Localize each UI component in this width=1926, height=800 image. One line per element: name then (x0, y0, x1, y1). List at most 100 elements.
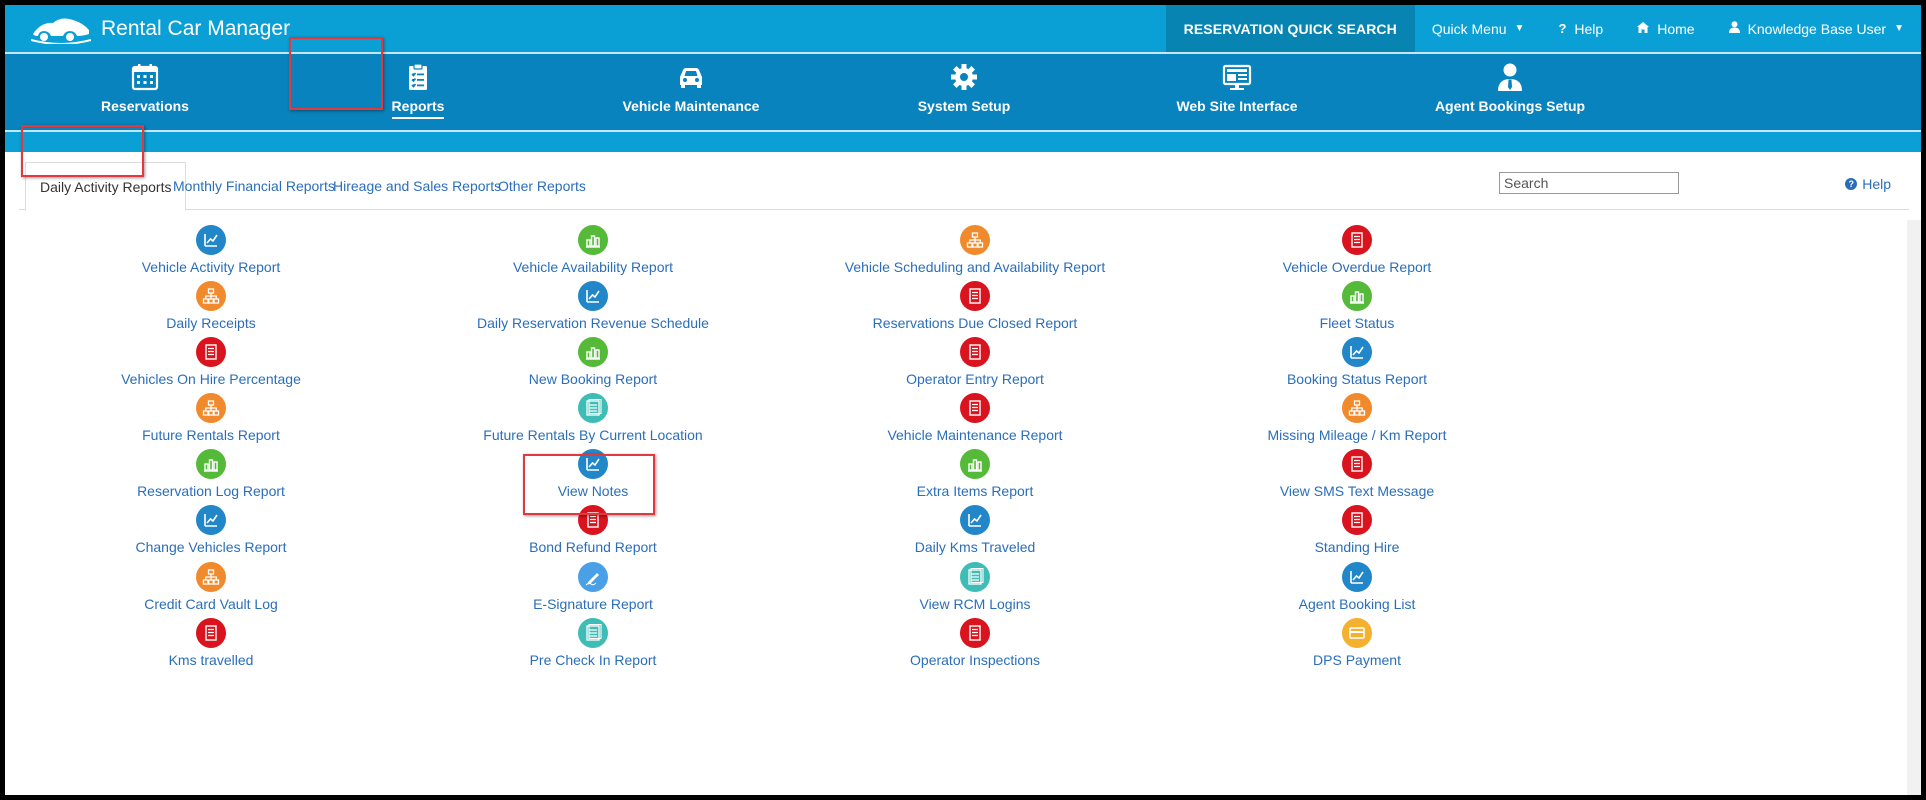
report-label: Pre Check In Report (529, 652, 657, 668)
report-label: Vehicle Maintenance Report (887, 427, 1063, 443)
clipboard-icon (409, 63, 427, 90)
module-label: Agent Bookings Setup (1434, 98, 1586, 114)
bar-chart-icon (578, 225, 608, 255)
brand[interactable]: Rental Car Manager (31, 14, 290, 44)
report-label: Future Rentals Report (142, 427, 280, 443)
report-link[interactable]: Operator Inspections (785, 618, 1165, 668)
user-menu-dropdown[interactable]: Knowledge Base User ▼ (1712, 5, 1921, 52)
report-label: View RCM Logins (919, 596, 1031, 612)
report-link[interactable]: Future Rentals By Current Location (403, 393, 783, 443)
report-label: Bond Refund Report (529, 539, 657, 555)
report-link[interactable]: Reservation Log Report (21, 449, 401, 499)
help-circle-icon: ? (1845, 178, 1858, 190)
app-window: Rental Car Manager RESERVATION QUICK SEA… (5, 5, 1921, 795)
car-logo-icon (31, 18, 91, 44)
report-link[interactable]: Fleet Status (1167, 281, 1547, 331)
report-label: DPS Payment (1313, 652, 1401, 668)
scrollbar[interactable] (1907, 220, 1921, 795)
report-link[interactable]: Operator Entry Report (785, 337, 1165, 387)
report-link[interactable]: Kms travelled (21, 618, 401, 668)
bar-chart-icon (196, 449, 226, 479)
report-label: Reservations Due Closed Report (872, 315, 1078, 331)
calendar-icon (131, 64, 159, 91)
report-link[interactable]: Future Rentals Report (21, 393, 401, 443)
report-link[interactable]: Standing Hire (1167, 505, 1547, 555)
report-link[interactable]: DPS Payment (1167, 618, 1547, 668)
report-label: E-Signature Report (533, 596, 653, 612)
module-reservations[interactable]: Reservations (45, 62, 245, 117)
document-icon (960, 618, 990, 648)
car-icon (680, 68, 702, 88)
report-link[interactable]: Reservations Due Closed Report (785, 281, 1165, 331)
help-link[interactable]: ? Help (1845, 176, 1891, 192)
report-link[interactable]: Vehicles On Hire Percentage (21, 337, 401, 387)
report-label: Daily Kms Traveled (914, 539, 1036, 555)
report-link[interactable]: E-Signature Report (403, 562, 783, 612)
chart-icon (196, 505, 226, 535)
gear-icon (951, 64, 977, 90)
report-label: Daily Reservation Revenue Schedule (477, 315, 709, 331)
report-link[interactable]: View SMS Text Message (1167, 449, 1547, 499)
report-link[interactable]: Daily Kms Traveled (785, 505, 1165, 555)
home-nav-link[interactable]: Home (1620, 5, 1711, 52)
report-label: Reservation Log Report (137, 483, 285, 499)
report-link[interactable]: Vehicle Maintenance Report (785, 393, 1165, 443)
quick-menu-label: Quick Menu (1431, 20, 1507, 37)
caret-down-icon: ▼ (1514, 23, 1525, 34)
document-icon (1342, 449, 1372, 479)
bar-chart-icon (960, 449, 990, 479)
highlight-bond-refund-report (523, 454, 655, 515)
report-label: Future Rentals By Current Location (483, 427, 703, 443)
report-label: Vehicle Activity Report (141, 259, 281, 275)
report-label: Fleet Status (1319, 315, 1395, 331)
help-link-label: Help (1862, 176, 1891, 192)
user-icon (1728, 21, 1740, 36)
report-link[interactable]: Vehicle Activity Report (21, 225, 401, 275)
module-vehicle-maintenance[interactable]: Vehicle Maintenance (591, 62, 791, 117)
document-icon (960, 393, 990, 423)
report-label: Missing Mileage / Km Report (1267, 427, 1447, 443)
report-label: New Booking Report (528, 371, 658, 387)
highlight-daily-activity-tab (21, 125, 144, 177)
report-link[interactable]: Daily Receipts (21, 281, 401, 331)
home-nav-label: Home (1657, 20, 1695, 37)
quick-menu-dropdown[interactable]: Quick Menu ▼ (1415, 5, 1542, 52)
module-label: Reports (391, 98, 445, 119)
report-link[interactable]: Vehicle Scheduling and Availability Repo… (785, 225, 1165, 275)
module-system-setup[interactable]: System Setup (864, 62, 1064, 117)
report-link[interactable]: Daily Reservation Revenue Schedule (403, 281, 783, 331)
chart-icon (960, 505, 990, 535)
report-link[interactable]: Missing Mileage / Km Report (1167, 393, 1547, 443)
report-link[interactable]: Vehicle Overdue Report (1167, 225, 1547, 275)
network-icon (960, 225, 990, 255)
report-label: Extra Items Report (916, 483, 1034, 499)
reservation-quick-search-button[interactable]: RESERVATION QUICK SEARCH (1165, 5, 1415, 52)
module-label: System Setup (917, 98, 1011, 114)
document-icon (196, 337, 226, 367)
question-icon: ? (1558, 21, 1567, 36)
report-label: Standing Hire (1314, 539, 1400, 555)
chart-icon (578, 281, 608, 311)
module-web-site-interface[interactable]: Web Site Interface (1137, 62, 1337, 117)
report-label: Vehicle Scheduling and Availability Repo… (844, 259, 1106, 275)
report-label: Daily Receipts (166, 315, 256, 331)
report-label: Change Vehicles Report (135, 539, 287, 555)
search-input[interactable] (1499, 172, 1679, 194)
module-agent-bookings-setup[interactable]: Agent Bookings Setup (1410, 62, 1610, 117)
chart-icon (1342, 337, 1372, 367)
report-link[interactable]: Extra Items Report (785, 449, 1165, 499)
report-link[interactable]: View RCM Logins (785, 562, 1165, 612)
network-icon (1342, 393, 1372, 423)
report-link[interactable]: Pre Check In Report (403, 618, 783, 668)
tab-other-reports[interactable]: Other Reports (484, 162, 600, 210)
report-label: Kms travelled (168, 652, 254, 668)
report-link[interactable]: Vehicle Availability Report (403, 225, 783, 275)
report-link[interactable]: Booking Status Report (1167, 337, 1547, 387)
report-link[interactable]: Credit Card Vault Log (21, 562, 401, 612)
report-link[interactable]: New Booking Report (403, 337, 783, 387)
document-icon (960, 337, 990, 367)
report-link[interactable]: Agent Booking List (1167, 562, 1547, 612)
help-nav-link[interactable]: ? Help (1541, 5, 1620, 52)
report-label: Agent Booking List (1298, 596, 1416, 612)
report-link[interactable]: Change Vehicles Report (21, 505, 401, 555)
